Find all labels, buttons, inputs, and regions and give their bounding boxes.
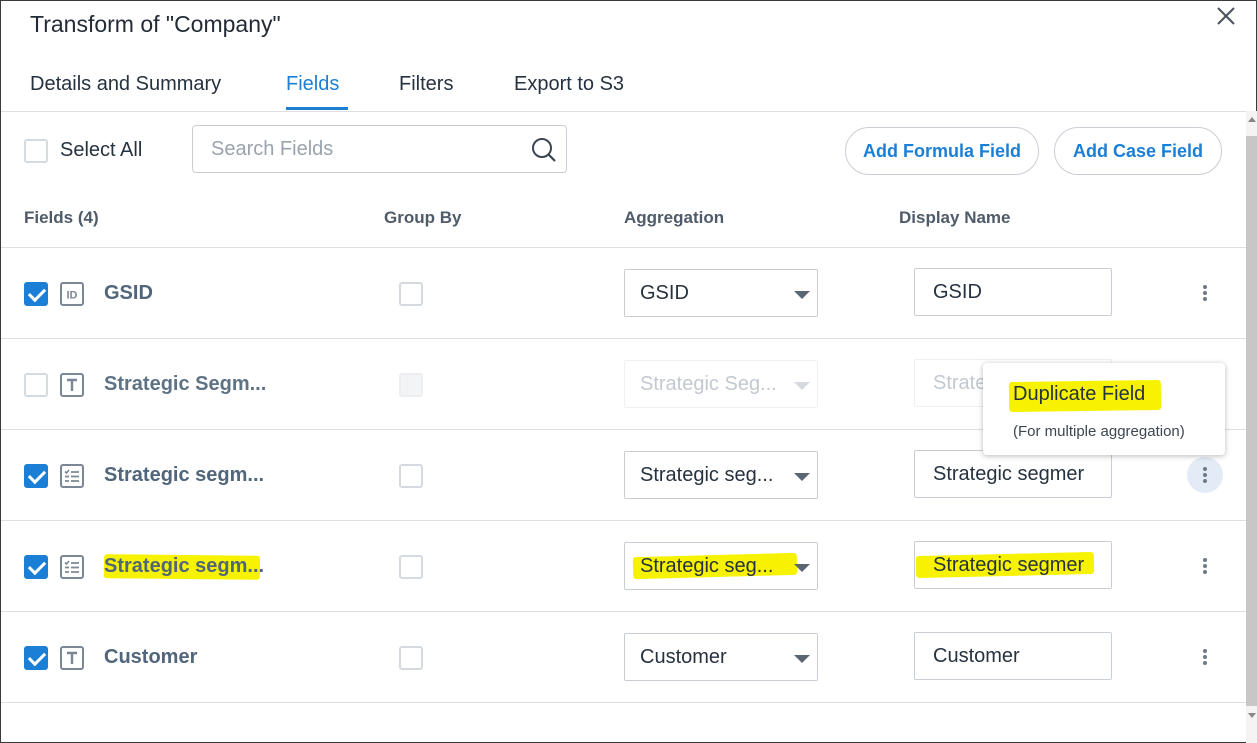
close-icon[interactable] bbox=[1214, 4, 1238, 28]
select-all-checkbox[interactable] bbox=[24, 139, 48, 163]
group-by-checkbox[interactable] bbox=[399, 464, 423, 488]
search-placeholder: Search Fields bbox=[211, 138, 334, 160]
aggregation-value: Strategic Seg... bbox=[640, 373, 777, 395]
text-icon bbox=[60, 373, 84, 397]
caret-down-icon bbox=[794, 473, 810, 481]
caret-down-icon bbox=[794, 382, 810, 390]
aggregation-select[interactable]: Strategic seg... bbox=[624, 451, 818, 499]
display-name-value: Strategic segmer bbox=[933, 463, 1085, 485]
row-checkbox[interactable] bbox=[24, 464, 48, 488]
text-icon bbox=[60, 646, 84, 670]
id-icon: ID bbox=[60, 282, 84, 306]
active-tab-indicator bbox=[286, 107, 348, 110]
display-name-value: Strate bbox=[933, 372, 987, 394]
add-formula-field-button[interactable]: Add Formula Field bbox=[845, 127, 1039, 175]
table-row: ID GSID GSID GSID bbox=[1, 248, 1246, 339]
row-checkbox[interactable] bbox=[24, 373, 48, 397]
tab-bar: Details and Summary Fields Filters Expor… bbox=[1, 56, 1246, 112]
field-name: GSID bbox=[104, 282, 153, 304]
tab-filters[interactable]: Filters bbox=[399, 73, 453, 96]
row-checkbox[interactable] bbox=[24, 555, 48, 579]
row-more-options-icon[interactable] bbox=[1187, 548, 1223, 584]
row-more-options-icon[interactable] bbox=[1187, 457, 1223, 493]
scroll-up-arrow-icon[interactable] bbox=[1248, 117, 1256, 122]
row-more-options-icon[interactable] bbox=[1187, 275, 1223, 311]
tab-details-and-summary[interactable]: Details and Summary bbox=[30, 73, 221, 96]
caret-down-icon bbox=[794, 564, 810, 572]
field-name: Strategic segm... bbox=[104, 464, 265, 486]
field-name: Strategic segm... bbox=[104, 555, 265, 577]
caret-down-icon bbox=[794, 655, 810, 663]
duplicate-field-subtitle: (For multiple aggregation) bbox=[1013, 423, 1185, 440]
tab-fields[interactable]: Fields bbox=[286, 73, 339, 96]
column-header-aggregation: Aggregation bbox=[624, 208, 725, 227]
aggregation-value: Customer bbox=[640, 646, 727, 668]
duplicate-field-label: Duplicate Field bbox=[1013, 383, 1146, 405]
group-by-checkbox[interactable] bbox=[399, 646, 423, 670]
search-icon[interactable] bbox=[530, 136, 558, 164]
aggregation-select[interactable]: Strategic seg... bbox=[624, 542, 818, 590]
dialog-title: Transform of "Company" bbox=[30, 11, 281, 37]
aggregation-select[interactable]: Customer bbox=[624, 633, 818, 681]
tab-export-to-s3[interactable]: Export to S3 bbox=[514, 73, 624, 96]
scrollbar-thumb[interactable] bbox=[1246, 136, 1257, 706]
display-name-input[interactable]: Strategic segmer bbox=[914, 541, 1112, 589]
group-by-checkbox bbox=[399, 373, 423, 397]
picklist-icon bbox=[60, 464, 84, 488]
row-checkbox[interactable] bbox=[24, 282, 48, 306]
svg-text:ID: ID bbox=[67, 290, 78, 302]
row-checkbox[interactable] bbox=[24, 646, 48, 670]
caret-down-icon bbox=[794, 291, 810, 299]
display-name-value: Strategic segmer bbox=[933, 554, 1085, 576]
table-row: Strategic segm... Strategic seg... Strat… bbox=[1, 521, 1246, 612]
display-name-value: Customer bbox=[933, 645, 1020, 667]
add-case-field-button[interactable]: Add Case Field bbox=[1054, 127, 1222, 175]
table-row: Customer Customer Customer bbox=[1, 612, 1246, 703]
group-by-checkbox[interactable] bbox=[399, 555, 423, 579]
display-name-input[interactable]: Customer bbox=[914, 632, 1112, 680]
scroll-down-arrow-icon[interactable] bbox=[1248, 713, 1256, 718]
display-name-input[interactable]: GSID bbox=[914, 268, 1112, 316]
aggregation-value: Strategic seg... bbox=[640, 555, 774, 577]
aggregation-select: Strategic Seg... bbox=[624, 360, 818, 408]
duplicate-field-menu-item[interactable]: Duplicate Field (For multiple aggregatio… bbox=[983, 363, 1225, 455]
aggregation-value: GSID bbox=[640, 282, 689, 304]
search-input[interactable]: Search Fields bbox=[192, 125, 567, 173]
column-header-fields: Fields (4) bbox=[24, 208, 99, 227]
field-name: Customer bbox=[104, 646, 198, 668]
row-more-options-icon[interactable] bbox=[1187, 639, 1223, 675]
column-header-display-name: Display Name bbox=[899, 208, 1011, 227]
select-all-label: Select All bbox=[60, 139, 143, 161]
display-name-value: GSID bbox=[933, 281, 982, 303]
aggregation-select[interactable]: GSID bbox=[624, 269, 818, 317]
column-header-group-by: Group By bbox=[384, 208, 462, 227]
aggregation-value: Strategic seg... bbox=[640, 464, 774, 486]
picklist-icon bbox=[60, 555, 84, 579]
transform-dialog: Transform of "Company" Details and Summa… bbox=[0, 0, 1257, 743]
group-by-checkbox[interactable] bbox=[399, 282, 423, 306]
field-name: Strategic Segm... bbox=[104, 373, 267, 395]
display-name-input[interactable]: Strategic segmer bbox=[914, 450, 1112, 498]
